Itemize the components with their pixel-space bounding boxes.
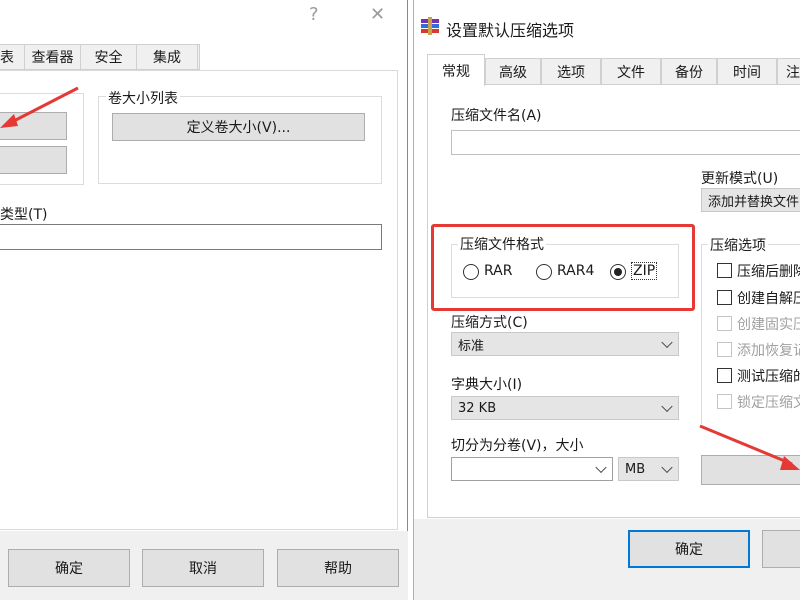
compression-options-title: 压缩选项: [708, 235, 768, 255]
archive-name-input[interactable]: [451, 130, 800, 155]
tab-time[interactable]: 时间: [717, 58, 777, 85]
annotation-arrow-left: [0, 86, 79, 128]
update-mode-label: 更新模式(U): [701, 171, 779, 187]
define-volume-size-button[interactable]: 定义卷大小(V)...: [112, 113, 365, 141]
option-delete-after-checkbox[interactable]: [717, 263, 732, 278]
option-sfx-label[interactable]: 创建自解压: [737, 288, 800, 308]
annotation-arrow-right: [699, 424, 800, 470]
left-cancel-button[interactable]: 取消: [142, 549, 264, 587]
right-dialog-title: 设置默认压缩选项: [446, 21, 575, 40]
chevron-down-icon: [661, 461, 673, 474]
type-input[interactable]: [0, 224, 382, 250]
winrar-icon: [420, 17, 440, 35]
volume-size-group-title: 卷大小列表: [106, 88, 180, 108]
dictionary-size-label: 字典大小(I): [451, 377, 523, 393]
compression-method-value: 标准: [458, 338, 485, 354]
split-volume-label: 切分为分卷(V)，大小: [451, 438, 584, 454]
tab-security[interactable]: 安全: [80, 44, 136, 70]
option-delete-after-label[interactable]: 压缩后删除: [737, 261, 800, 281]
option-sfx-checkbox[interactable]: [717, 290, 732, 305]
annotation-highlight-box: [431, 224, 695, 311]
chevron-down-icon: [661, 400, 673, 413]
split-unit-value: MB: [625, 461, 646, 477]
option-recovery-label: 添加恢复记: [737, 343, 800, 359]
option-solid-checkbox: [717, 316, 732, 331]
tab-general[interactable]: 常规: [427, 54, 485, 86]
chevron-down-icon: [661, 336, 673, 349]
option-recovery-checkbox: [717, 342, 732, 357]
update-mode-select[interactable]: 添加并替换文件: [701, 188, 800, 212]
tab-advanced[interactable]: 高级: [485, 58, 541, 85]
tab-options[interactable]: 选项: [541, 58, 601, 85]
type-label: 类型(T): [0, 207, 48, 223]
chevron-down-icon: [595, 461, 607, 474]
compression-method-label: 压缩方式(C): [451, 315, 528, 331]
option-lock-label: 锁定压缩文: [737, 395, 800, 411]
left-ok-button[interactable]: 确定: [8, 549, 130, 587]
help-icon[interactable]: ?: [309, 4, 319, 25]
archive-name-label: 压缩文件名(A): [451, 108, 542, 124]
split-volume-input[interactable]: [451, 457, 613, 481]
compression-method-select[interactable]: 标准: [451, 332, 679, 356]
option-test-label[interactable]: 测试压缩的: [737, 366, 800, 386]
left-help-button[interactable]: 帮助: [277, 549, 399, 587]
option-solid-label: 创建固实压: [737, 317, 800, 333]
split-unit-select[interactable]: MB: [618, 457, 679, 481]
tab-list[interactable]: 表: [0, 44, 20, 70]
tab-comment[interactable]: 注: [777, 58, 800, 85]
right-cancel-button[interactable]: [762, 530, 800, 568]
tab-integration[interactable]: 集成: [136, 44, 198, 70]
right-ok-button[interactable]: 确定: [628, 530, 750, 568]
tab-files[interactable]: 文件: [601, 58, 661, 85]
dictionary-size-value: 32 KB: [458, 400, 497, 416]
left-group-button-2[interactable]: [0, 146, 67, 174]
tab-backup[interactable]: 备份: [661, 58, 717, 85]
close-icon[interactable]: ✕: [370, 4, 385, 25]
tab-viewer[interactable]: 查看器: [24, 44, 80, 70]
dictionary-size-select[interactable]: 32 KB: [451, 396, 679, 420]
option-lock-checkbox: [717, 394, 732, 409]
option-test-checkbox[interactable]: [717, 368, 732, 383]
